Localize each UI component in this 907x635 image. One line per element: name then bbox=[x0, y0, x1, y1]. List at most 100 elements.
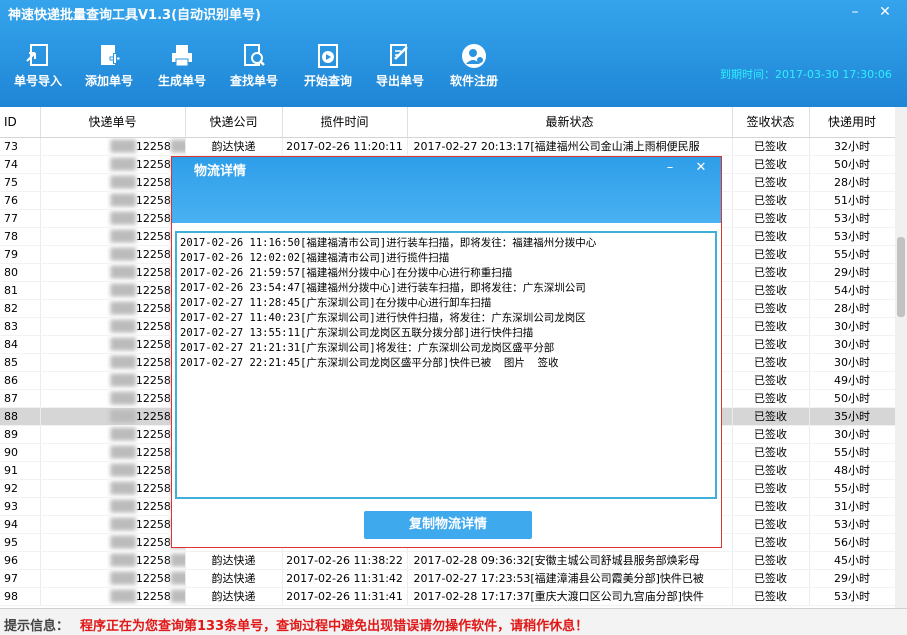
cell-tracking-number: ███12258████ bbox=[40, 173, 186, 192]
cell-duration: 53小时 bbox=[809, 209, 895, 228]
dialog-minimize-button[interactable]: – bbox=[658, 159, 682, 177]
cell-duration: 54小时 bbox=[809, 281, 895, 300]
cell-tracking-number: ███12258████ bbox=[40, 515, 186, 534]
table-row[interactable]: 96███12258████韵达快递2017-02-26 11:38:22201… bbox=[0, 551, 895, 570]
window-minimize-button[interactable]: – bbox=[842, 2, 868, 22]
scrollbar-thumb[interactable] bbox=[897, 237, 905, 317]
tracking-number-text: 12258 bbox=[135, 553, 171, 567]
column-header-duration[interactable]: 快递用时 bbox=[809, 107, 895, 138]
table-row[interactable]: 97███12258████韵达快递2017-02-26 11:31:42201… bbox=[0, 569, 895, 588]
add-number-button[interactable]: 添加单号 bbox=[77, 43, 141, 93]
import-button[interactable]: 单号导入 bbox=[6, 43, 70, 93]
cell-duration: 35小时 bbox=[809, 407, 895, 426]
cell-tracking-number: ███12258████ bbox=[40, 407, 186, 426]
column-header-sign-status[interactable]: 签收状态 bbox=[732, 107, 810, 138]
cell-id: 78 bbox=[0, 227, 41, 246]
table-row[interactable]: 98███12258████韵达快递2017-02-26 11:31:41201… bbox=[0, 587, 895, 606]
cell-tracking-number: ███12258████ bbox=[40, 497, 186, 516]
cell-pickup-time: 2017-02-26 11:38:22 bbox=[282, 551, 408, 570]
generate-number-button[interactable]: 生成单号 bbox=[150, 43, 214, 93]
tracking-number-text: 12258 bbox=[135, 211, 171, 225]
tracking-number-text: 12258 bbox=[135, 589, 171, 603]
logistics-detail-textbox[interactable]: 2017-02-26 11:16:50[福建福清市公司]进行装车扫描，即将发往：… bbox=[175, 231, 717, 499]
export-number-button[interactable]: 导出单号 bbox=[368, 43, 432, 93]
log-line: 2017-02-26 21:59:57[福建福州分拨中心]在分拨中心进行称重扫描 bbox=[180, 267, 513, 279]
cell-id: 77 bbox=[0, 209, 41, 228]
cell-tracking-number: ███12258████ bbox=[40, 587, 186, 606]
tracking-number-text: 12258 bbox=[135, 193, 171, 207]
log-line: 2017-02-27 13:55:11[广东深圳公司龙岗区五联分拨分部]进行快件… bbox=[180, 327, 534, 339]
redacted-mark: ███ bbox=[110, 139, 136, 153]
table-row[interactable]: 73███12258████韵达快递2017-02-26 11:20:11201… bbox=[0, 137, 895, 156]
tracking-number-text: 12258 bbox=[135, 175, 171, 189]
window-close-button[interactable]: ✕ bbox=[872, 2, 898, 22]
column-header-courier[interactable]: 快递公司 bbox=[185, 107, 283, 138]
cell-id: 88 bbox=[0, 407, 41, 426]
dialog-title-bar[interactable]: 物流详情 – ✕ bbox=[172, 157, 721, 223]
tracking-number-text: 12258 bbox=[135, 301, 171, 315]
column-header-latest-status[interactable]: 最新状态 bbox=[407, 107, 733, 138]
cell-id: 84 bbox=[0, 335, 41, 354]
cell-duration: 55小时 bbox=[809, 479, 895, 498]
log-line: 2017-02-27 21:21:31[广东深圳公司]将发往：广东深圳公司龙岗区… bbox=[180, 342, 555, 354]
cell-id: 89 bbox=[0, 425, 41, 444]
column-header-tracking-number[interactable]: 快递单号 bbox=[40, 107, 186, 138]
log-line: 2017-02-27 11:28:45[广东深圳公司]在分拨中心进行卸车扫描 bbox=[180, 297, 492, 309]
export-icon bbox=[390, 44, 408, 66]
redacted-mark: ███ bbox=[110, 211, 136, 225]
cell-latest-status: 2017-02-27 20:13:17[福建福州公司金山浦上雨桐便民服 bbox=[407, 137, 733, 156]
title-toolbar-area: 神速快递批量查询工具V1.3(自动识别单号) – ✕ 单号导入 添加单号 生成单… bbox=[0, 0, 907, 107]
tracking-number-text: 12258 bbox=[135, 409, 171, 423]
cell-duration: 55小时 bbox=[809, 245, 895, 264]
cell-duration: 53小时 bbox=[809, 587, 895, 606]
cell-tracking-number: ███12258████ bbox=[40, 389, 186, 408]
tracking-number-text: 12258 bbox=[135, 355, 171, 369]
cell-courier: 韵达快递 bbox=[185, 587, 283, 606]
cell-sign-status: 已签收 bbox=[732, 245, 810, 264]
cell-sign-status: 已签收 bbox=[732, 533, 810, 552]
cell-id: 93 bbox=[0, 497, 41, 516]
cell-sign-status: 已签收 bbox=[732, 227, 810, 246]
cell-duration: 30小时 bbox=[809, 353, 895, 372]
register-user-icon bbox=[462, 44, 486, 68]
cell-tracking-number: ███12258████ bbox=[40, 461, 186, 480]
cell-duration: 31小时 bbox=[809, 497, 895, 516]
cell-id: 95 bbox=[0, 533, 41, 552]
cell-duration: 28小时 bbox=[809, 299, 895, 318]
copy-logistics-button[interactable]: 复制物流详情 bbox=[364, 511, 532, 539]
cell-id: 82 bbox=[0, 299, 41, 318]
generate-number-button-label: 生成单号 bbox=[157, 74, 206, 88]
redacted-mark: ███ bbox=[110, 535, 136, 549]
column-header-pickup-time[interactable]: 揽件时间 bbox=[282, 107, 408, 138]
cell-id: 98 bbox=[0, 587, 41, 606]
register-software-button[interactable]: 软件注册 bbox=[442, 43, 506, 93]
cell-pickup-time: 2017-02-26 11:20:11 bbox=[282, 137, 408, 156]
find-number-button[interactable]: 查找单号 bbox=[222, 43, 286, 93]
redacted-mark: ███ bbox=[110, 481, 136, 495]
cell-sign-status: 已签收 bbox=[732, 461, 810, 480]
cell-tracking-number: ███12258████ bbox=[40, 227, 186, 246]
redacted-mark: ███ bbox=[110, 229, 136, 243]
cell-tracking-number: ███12258████ bbox=[40, 263, 186, 282]
redacted-mark: ███ bbox=[110, 301, 136, 315]
cell-duration: 53小时 bbox=[809, 227, 895, 246]
column-header-id[interactable]: ID bbox=[0, 107, 41, 138]
play-icon bbox=[318, 44, 338, 68]
cell-id: 87 bbox=[0, 389, 41, 408]
cell-id: 76 bbox=[0, 191, 41, 210]
tracking-number-text: 12258 bbox=[135, 319, 171, 333]
redacted-mark: ███ bbox=[110, 319, 136, 333]
cell-sign-status: 已签收 bbox=[732, 353, 810, 372]
cell-id: 90 bbox=[0, 443, 41, 462]
dialog-close-button[interactable]: ✕ bbox=[689, 159, 713, 177]
cell-sign-status: 已签收 bbox=[732, 389, 810, 408]
table-vertical-scrollbar[interactable] bbox=[895, 107, 907, 608]
start-query-button[interactable]: 开始查询 bbox=[296, 43, 360, 93]
redacted-mark: ███ bbox=[110, 589, 136, 603]
tracking-number-text: 12258 bbox=[135, 157, 171, 171]
log-line: 2017-02-27 11:40:23[广东深圳公司]进行快件扫描，将发往：广东… bbox=[180, 312, 586, 324]
cell-id: 80 bbox=[0, 263, 41, 282]
tracking-number-text: 12258 bbox=[135, 139, 171, 153]
cell-id: 81 bbox=[0, 281, 41, 300]
redacted-mark: ███ bbox=[110, 337, 136, 351]
